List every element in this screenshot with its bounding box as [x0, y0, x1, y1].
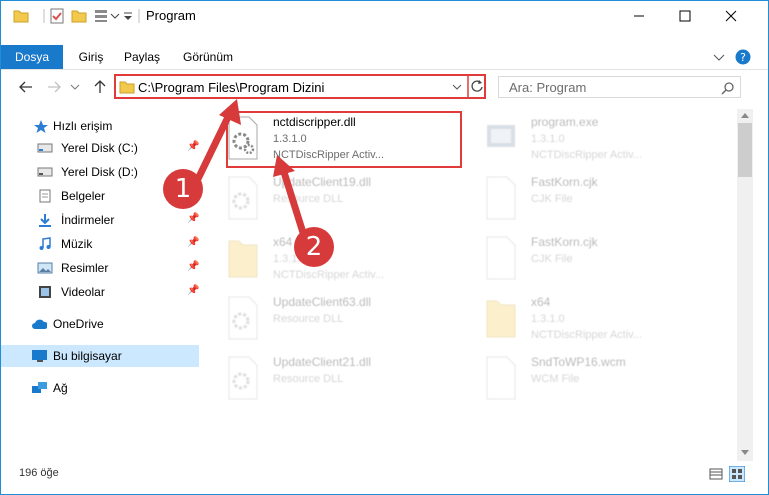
arrow-1-icon	[193, 109, 234, 185]
step-2-badge: 2	[294, 227, 334, 267]
step-1-badge: 1	[163, 169, 203, 209]
arrow-2-icon	[279, 165, 309, 243]
explorer-window: Program Dosya Giriş Paylaş Görünüm ? C:\…	[0, 0, 769, 495]
arrow-2-head-icon	[273, 155, 295, 177]
annotation-arrows	[193, 99, 309, 243]
